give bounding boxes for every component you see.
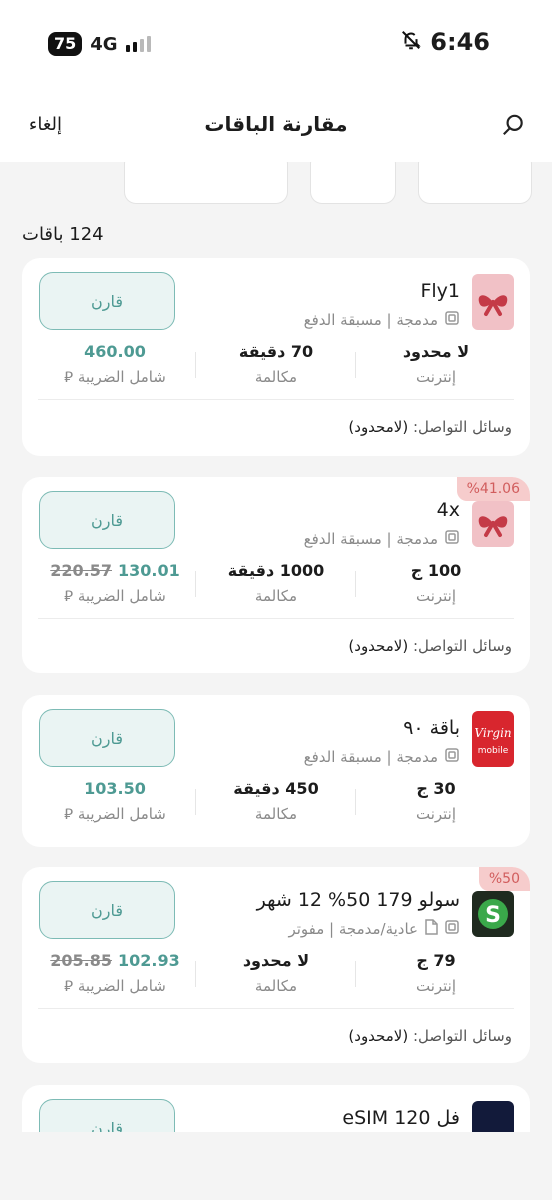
old-price: 205.85 [50, 951, 112, 970]
svg-text:S: S [485, 903, 501, 928]
plan-card[interactable]: فل 120 eSIM قارن [22, 1085, 530, 1132]
internet-stat: 30 ج إنترنت [415, 779, 457, 823]
document-icon [424, 919, 438, 939]
currency-icon: ⃁ [64, 587, 74, 605]
provider-logo [472, 1101, 514, 1132]
bell-muted-icon [400, 29, 422, 55]
price-stat: 103.50 شامل الضريبة ⃁ [64, 779, 166, 823]
plan-name: سولو 179 50% 12 شهر [256, 889, 460, 911]
results-count: 124 باقات [22, 224, 104, 245]
plan-name: 4x [436, 499, 460, 521]
currency-icon: ⃁ [64, 368, 74, 386]
compare-button[interactable]: قارن [39, 1099, 175, 1132]
old-price: 220.57 [50, 561, 112, 580]
social-media-row: وسائل التواصل: (لامحدود) [348, 637, 512, 655]
plan-name: فل 120 eSIM [342, 1107, 460, 1129]
svg-text:mobile: mobile [478, 746, 509, 756]
sim-icon [444, 310, 460, 330]
calls-stat: لا محدود مكالمة [242, 951, 310, 995]
currency-icon: ⃁ [64, 805, 74, 823]
price-stat: 460.00 شامل الضريبة ⃁ [64, 342, 166, 386]
calls-stat: 70 دقيقة مكالمة [238, 342, 314, 386]
plan-card[interactable]: %50 S سولو 179 50% 12 شهر عادية/مدمجة | … [22, 867, 530, 1063]
battery-indicator: 75 [48, 32, 83, 56]
calls-stat: 450 دقيقة مكالمة [233, 779, 319, 823]
plan-card[interactable]: Fly1 مدمجة | مسبقة الدفع قارن لا محدود إن… [22, 258, 530, 456]
filter-chips [0, 162, 552, 206]
compare-button[interactable]: قارن [39, 881, 175, 939]
plan-type: مدمجة | مسبقة الدفع [304, 529, 460, 549]
plan-name: Fly1 [420, 280, 460, 302]
plan-type: عادية/مدمجة | مفوتر [288, 919, 460, 939]
provider-logo [472, 501, 514, 547]
discount-badge: %50 [478, 867, 530, 891]
provider-logo [472, 274, 514, 330]
plan-type: مدمجة | مسبقة الدفع [304, 747, 460, 767]
cancel-button[interactable]: إلغاء [29, 114, 62, 135]
plan-card[interactable]: Virgin mobile باقة ٩٠ مدمجة | مسبقة الدفع… [22, 695, 530, 847]
svg-text:Virgin: Virgin [474, 726, 511, 740]
internet-stat: 100 ج إنترنت [410, 561, 462, 605]
app-header: مقارنة الباقات إلغاء [0, 90, 552, 162]
signal-icon [125, 36, 151, 52]
page-title: مقارنة الباقات [204, 112, 348, 136]
internet-stat: لا محدود إنترنت [402, 342, 470, 386]
status-bar: 75 4G 6:46 [0, 0, 552, 90]
discount-badge: %41.06 [456, 477, 530, 501]
social-media-row: وسائل التواصل: (لامحدود) [348, 1027, 512, 1045]
provider-logo: Virgin mobile [472, 711, 514, 767]
plan-card[interactable]: %41.06 4x مدمجة | مسبقة الدفع قارن 100 ج… [22, 477, 530, 673]
filter-chip[interactable] [418, 162, 532, 204]
sim-icon [444, 529, 460, 549]
filter-chip[interactable] [124, 162, 288, 204]
clock: 6:46 [430, 28, 490, 56]
internet-stat: 79 ج إنترنت [415, 951, 457, 995]
provider-logo: S [472, 891, 514, 937]
calls-stat: 1000 دقيقة مكالمة [227, 561, 325, 605]
network-label: 4G [90, 33, 118, 55]
compare-button[interactable]: قارن [39, 272, 175, 330]
plan-name: باقة ٩٠ [403, 717, 460, 739]
compare-button[interactable]: قارن [39, 491, 175, 549]
sim-icon [444, 747, 460, 767]
plan-type: مدمجة | مسبقة الدفع [304, 310, 460, 330]
currency-icon: ⃁ [64, 977, 74, 995]
sim-icon [444, 919, 460, 939]
filter-chip[interactable] [310, 162, 396, 204]
price-stat: 220.57 130.01 شامل الضريبة ⃁ [50, 561, 180, 605]
price-stat: 205.85 102.93 شامل الضريبة ⃁ [50, 951, 180, 995]
compare-button[interactable]: قارن [39, 709, 175, 767]
social-media-row: وسائل التواصل: (لامحدود) [348, 418, 512, 436]
